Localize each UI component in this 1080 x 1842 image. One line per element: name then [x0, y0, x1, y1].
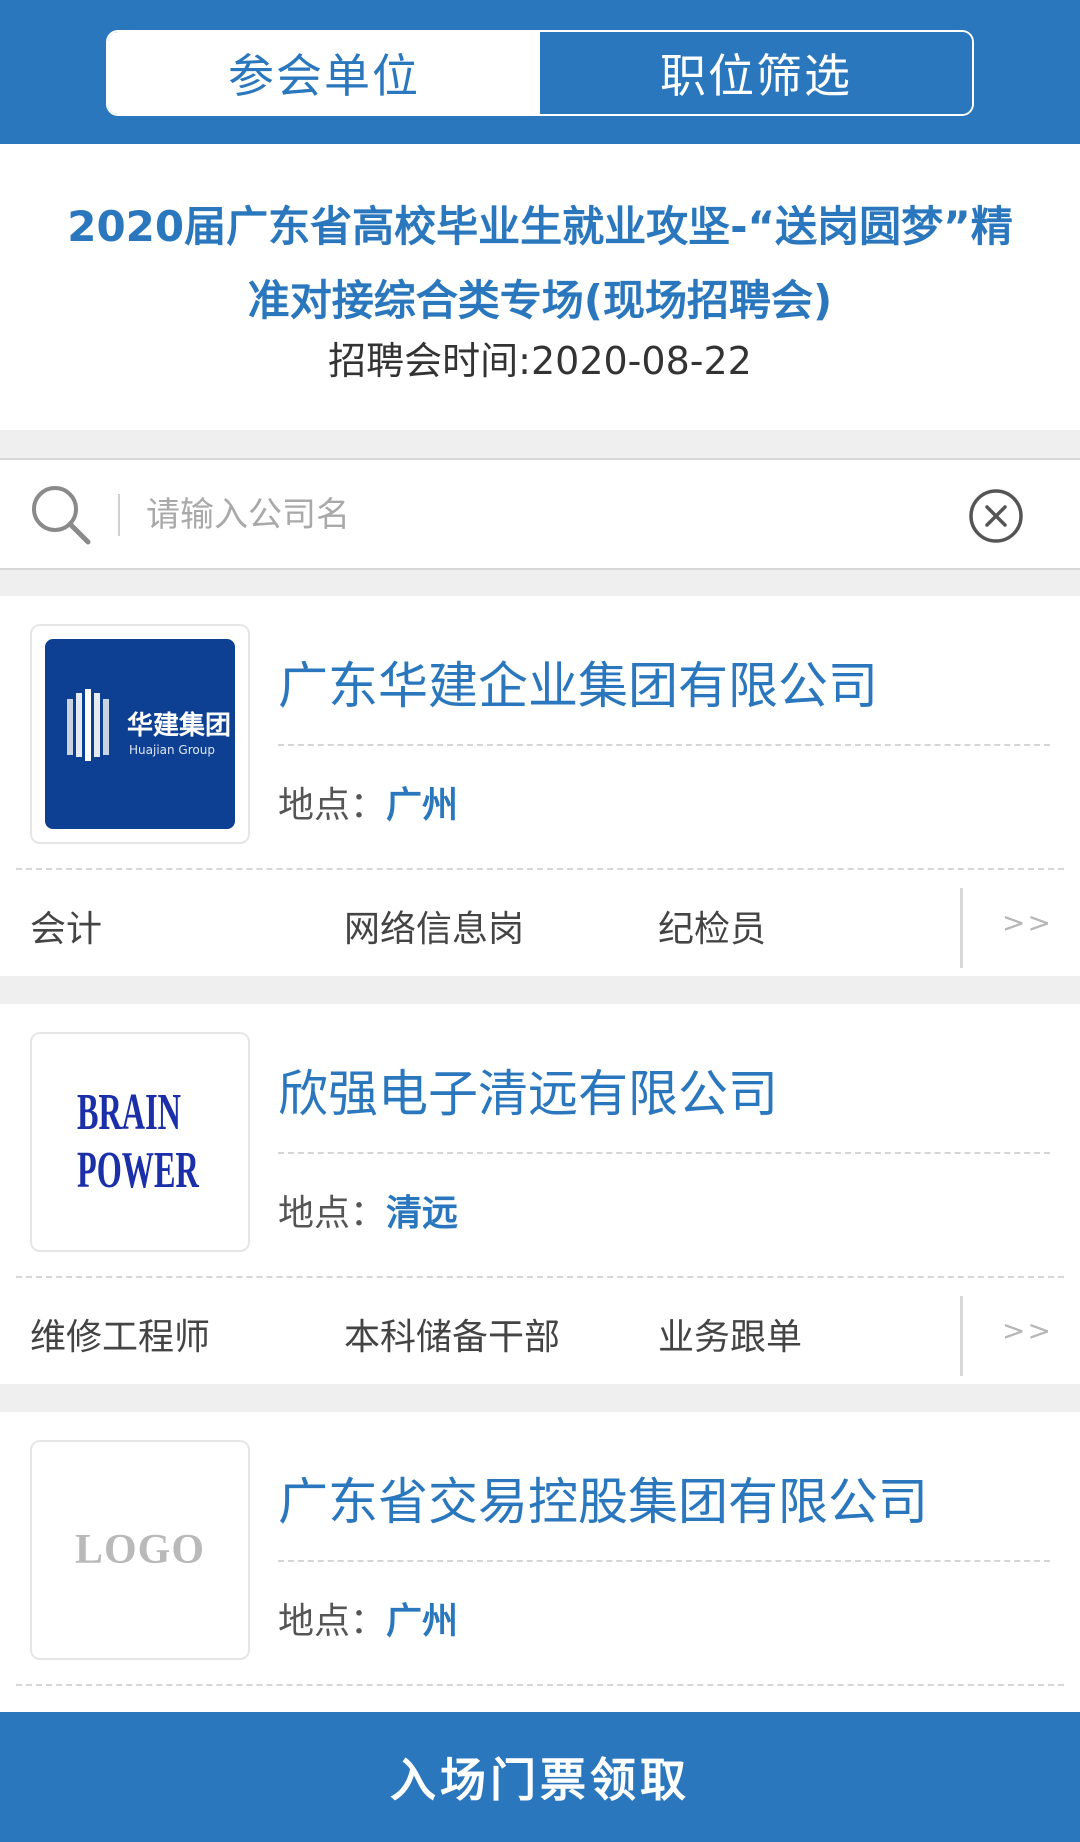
job-list: 会计 网络信息岗 纪检员 >>	[0, 872, 1080, 982]
company-name[interactable]: 广东华建企业集团有限公司	[278, 646, 1048, 718]
location-city: 广州	[386, 785, 459, 826]
company-name[interactable]: 广东省交易控股集团有限公司	[278, 1462, 978, 1534]
company-location: 地点：广州	[278, 1592, 458, 1644]
divider	[278, 744, 1050, 746]
company-location: 地点：清远	[278, 1184, 458, 1236]
location-label: 地点：	[278, 785, 387, 826]
job-list-separator	[960, 888, 963, 968]
location-city: 清远	[386, 1193, 459, 1234]
logo-placeholder-text: LOGO	[74, 1527, 206, 1573]
company-card[interactable]: 华建集团 Huajian Group 广东华建企业集团有限公司 地点：广州 会计…	[0, 596, 1080, 976]
job-list: 维修工程师 本科储备干部 业务跟单 >>	[0, 1280, 1080, 1390]
company-card[interactable]: LOGO 广东省交易控股集团有限公司 地点：广州	[0, 1412, 1080, 1712]
job-list-separator	[960, 1296, 963, 1376]
job-item[interactable]: 维修工程师	[30, 1308, 210, 1360]
search-bar	[0, 458, 1080, 570]
building-bars-icon	[67, 689, 109, 761]
divider	[16, 868, 1064, 870]
company-name[interactable]: 欣强电子清远有限公司	[278, 1054, 1048, 1126]
company-search-input[interactable]	[146, 482, 926, 548]
logo-text-en: Huajian Group	[129, 743, 215, 757]
divider	[16, 1684, 1064, 1686]
search-divider	[118, 494, 120, 536]
divider	[278, 1152, 1050, 1154]
divider	[16, 1276, 1064, 1278]
company-card[interactable]: BRAIN POWER 欣强电子清远有限公司 地点：清远 维修工程师 本科储备干…	[0, 1004, 1080, 1384]
get-admission-ticket-button[interactable]: 入场门票领取	[0, 1712, 1080, 1842]
company-logo: 华建集团 Huajian Group	[30, 624, 250, 844]
search-icon[interactable]	[28, 482, 94, 548]
job-item[interactable]: 业务跟单	[658, 1308, 802, 1360]
more-jobs-button[interactable]: >>	[1002, 1314, 1053, 1347]
job-item[interactable]: 会计	[30, 900, 102, 952]
location-label: 地点：	[278, 1601, 387, 1642]
event-info: 2020届广东省高校毕业生就业攻坚-“送岗圆梦”精准对接综合类专场(现场招聘会)…	[0, 144, 1080, 430]
job-item[interactable]: 本科储备干部	[344, 1308, 560, 1360]
event-time: 招聘会时间:2020-08-22	[328, 339, 752, 383]
logo-text-cn: 华建集团	[127, 711, 232, 741]
clear-circle-icon[interactable]	[966, 486, 1026, 546]
tab-switcher: 参会单位 职位筛选	[106, 30, 974, 116]
job-item[interactable]: 纪检员	[658, 900, 766, 952]
divider	[278, 1560, 1050, 1562]
company-logo: LOGO	[30, 1440, 250, 1660]
logo-text-line1: BRAIN	[77, 1084, 181, 1141]
job-item[interactable]: 网络信息岗	[344, 900, 524, 952]
location-city: 广州	[386, 1601, 459, 1642]
header-bar: 参会单位 职位筛选	[0, 0, 1080, 144]
logo-text-line2: POWER	[77, 1142, 199, 1199]
event-title: 2020届广东省高校毕业生就业攻坚-“送岗圆梦”精准对接综合类专场(现场招聘会)	[67, 202, 1013, 325]
company-logo: BRAIN POWER	[30, 1032, 250, 1252]
huajian-logo: 华建集团 Huajian Group	[45, 639, 235, 829]
more-jobs-button[interactable]: >>	[1002, 906, 1053, 939]
tab-participating-companies[interactable]: 参会单位	[108, 32, 540, 114]
tab-job-filter[interactable]: 职位筛选	[540, 32, 972, 114]
brainpower-logo: BRAIN POWER	[65, 1067, 215, 1217]
company-location: 地点：广州	[278, 776, 458, 828]
location-label: 地点：	[278, 1193, 387, 1234]
